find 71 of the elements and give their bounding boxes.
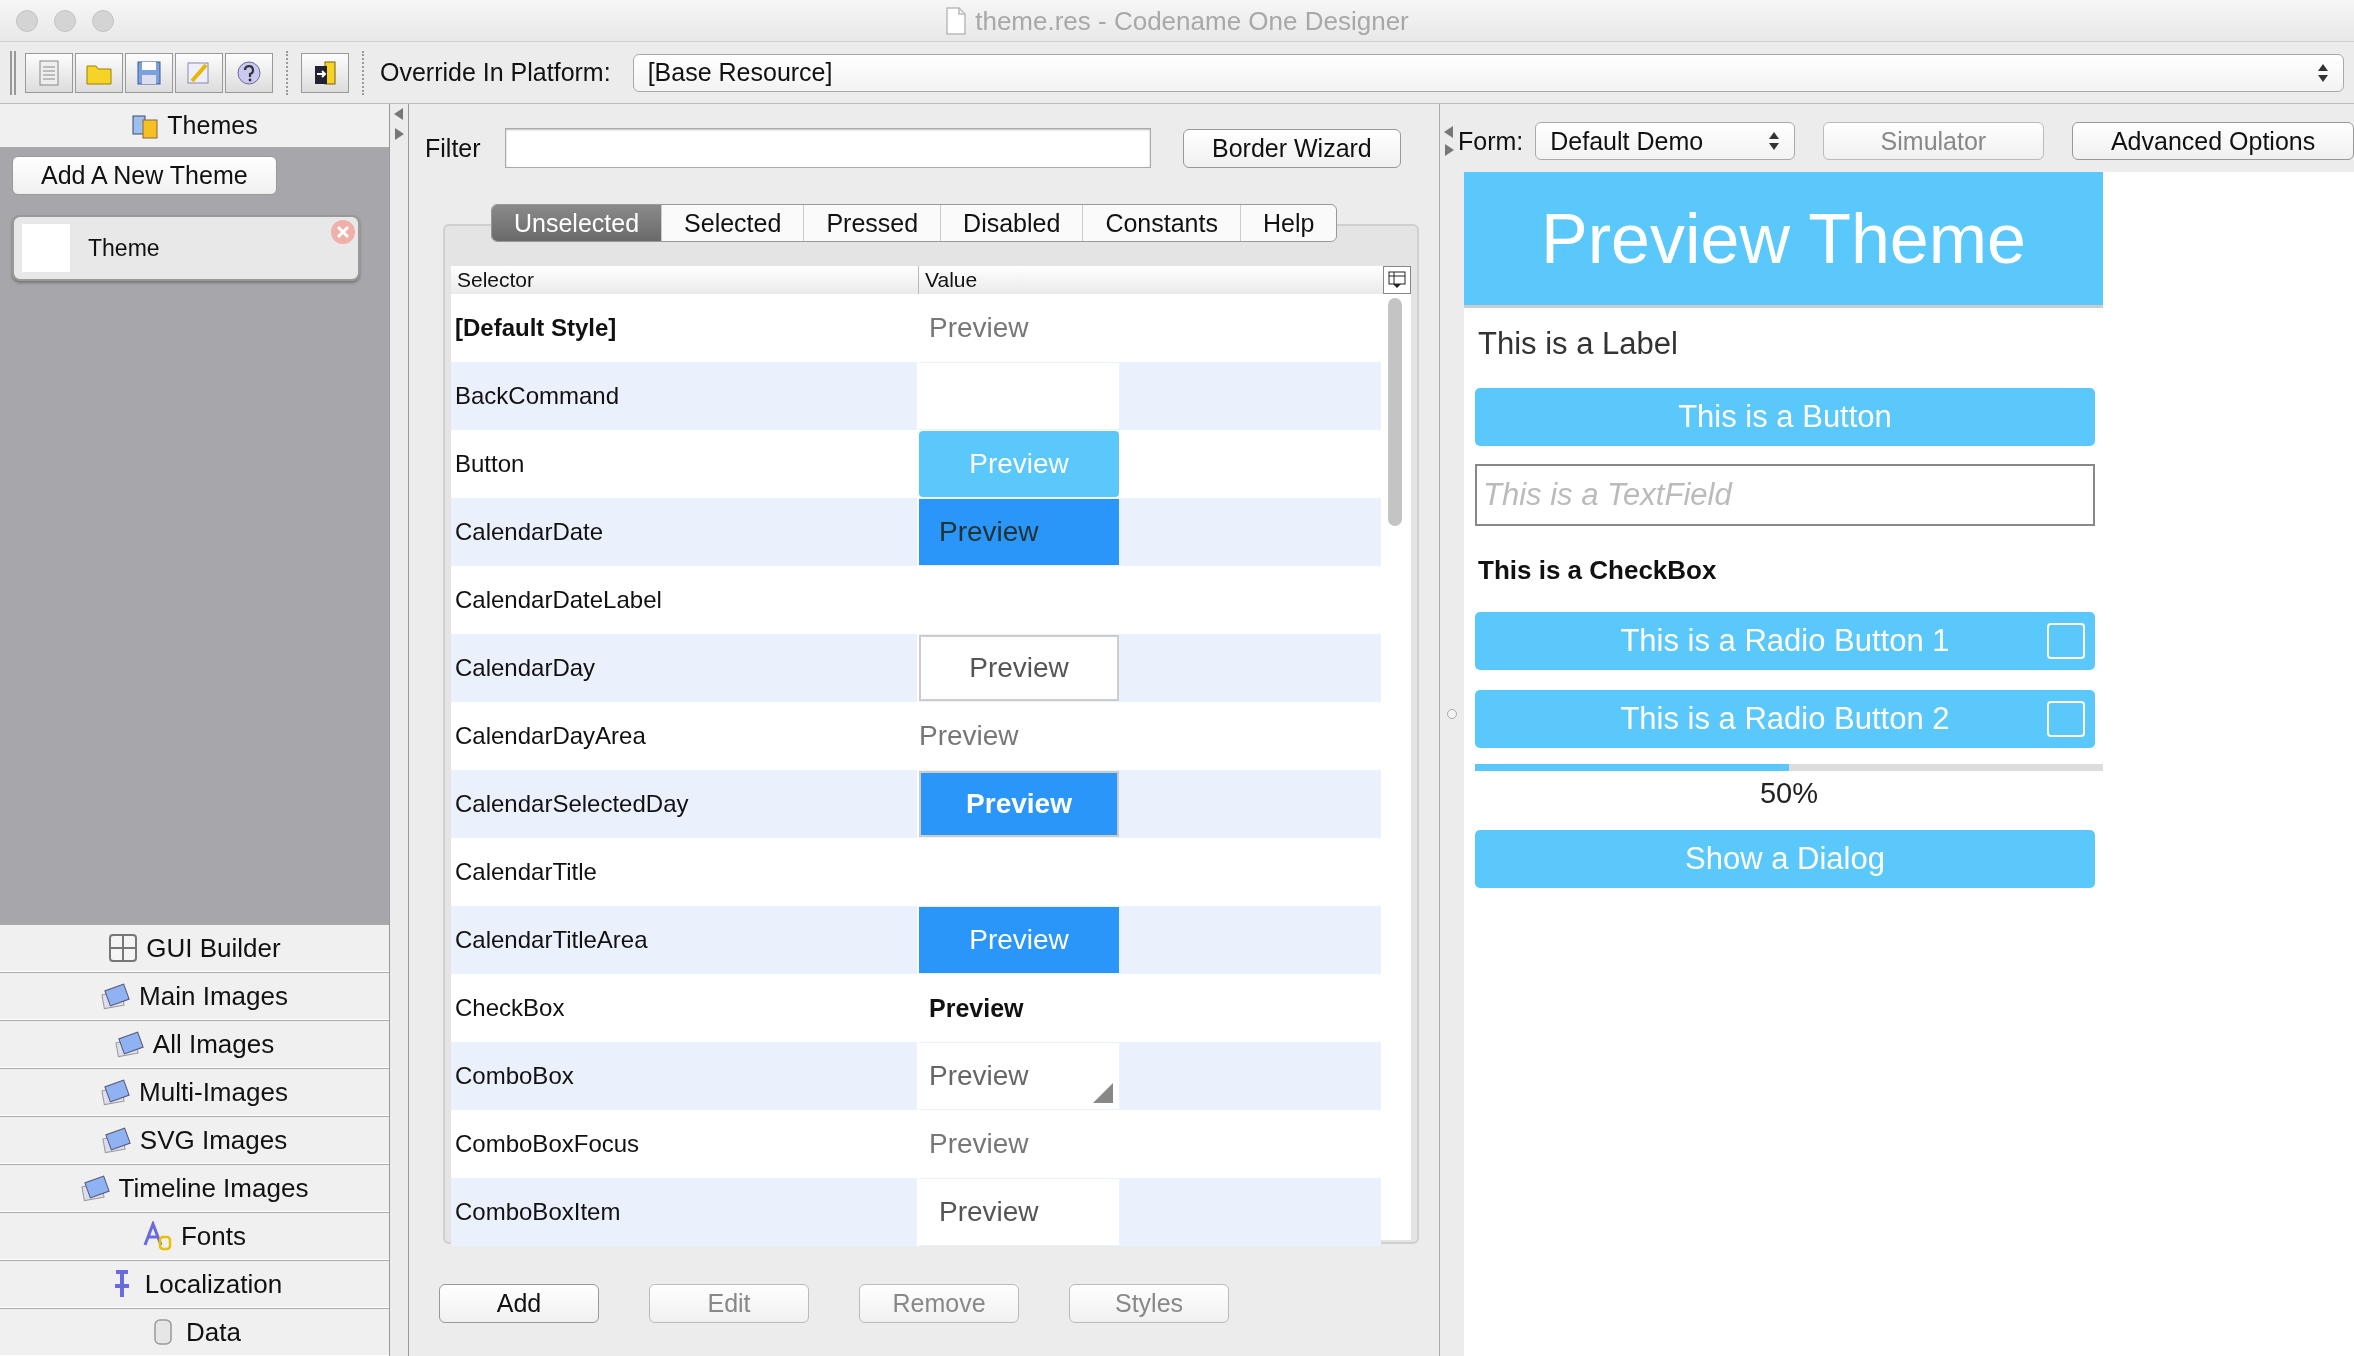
images-icon	[101, 1125, 132, 1155]
nav-item[interactable]: Fonts	[0, 1212, 389, 1260]
column-header[interactable]: Value	[919, 266, 978, 294]
progress-text: 50%	[1758, 777, 1819, 810]
nav-item[interactable]: SVG Images	[0, 1116, 389, 1164]
font-icon	[143, 1221, 173, 1251]
tab[interactable]: Constants	[1082, 205, 1240, 241]
images-icon	[114, 1029, 145, 1059]
dropdown-value: [Base Resource]	[647, 58, 833, 87]
nav-item[interactable]: Timeline Images	[0, 1164, 389, 1212]
toolbar-button[interactable]	[301, 52, 349, 93]
images-icon	[101, 981, 132, 1011]
column-menu-button[interactable]	[1383, 266, 1411, 294]
nav-item[interactable]: Multi-Images	[0, 1068, 389, 1116]
document-icon	[945, 7, 968, 35]
override-label: Override In Platform:	[380, 58, 611, 87]
table-menu-icon	[1388, 271, 1406, 289]
platform-dropdown[interactable]: [Base Resource]	[632, 53, 2344, 92]
preview-box: Preview	[919, 771, 1119, 837]
tab[interactable]: Unselected	[492, 205, 662, 241]
close-icon	[330, 219, 356, 245]
preview-box: Preview	[919, 1179, 1119, 1245]
themes-header[interactable]: Themes	[0, 104, 389, 148]
theme-name: Theme	[88, 234, 160, 262]
window-control-button[interactable]	[92, 9, 114, 32]
splitter-handle[interactable]	[1447, 709, 1457, 719]
tab[interactable]: Selected	[661, 205, 804, 241]
right-arrow-icon	[1444, 144, 1454, 156]
filter-field[interactable]	[505, 128, 1151, 168]
grid-icon	[108, 933, 139, 963]
preview-title-bar: Preview Theme	[1464, 172, 2103, 308]
tab[interactable]: Pressed	[803, 205, 941, 241]
window-control-button[interactable]	[16, 9, 38, 32]
nav-item[interactable]: Localization	[0, 1260, 389, 1308]
tab[interactable]: Disabled	[940, 205, 1083, 241]
up-down-arrows-icon	[1767, 130, 1780, 152]
toolbar-button[interactable]: Advanced Options	[2072, 122, 2354, 160]
left-arrow-icon	[394, 108, 404, 120]
window-control-button[interactable]	[54, 9, 76, 32]
preview-box: Preview	[919, 635, 1119, 701]
images-icon	[101, 1077, 132, 1107]
scrollbar-thumb[interactable]	[1388, 298, 1402, 526]
preview-text: Preview	[928, 312, 1029, 344]
left-arrow-icon	[1444, 126, 1454, 138]
nav-item[interactable]: Data	[0, 1308, 389, 1356]
window-title: theme.res - Codename One Designer	[975, 5, 1409, 37]
preview-box: Preview	[919, 907, 1119, 973]
form-dropdown[interactable]: Default Demo	[1535, 122, 1795, 160]
themes-label: Themes	[167, 111, 258, 140]
checkbox[interactable]: This is a CheckBox	[1478, 550, 1717, 590]
right-arrow-icon	[394, 128, 404, 140]
corner-triangle-icon	[1093, 1083, 1113, 1103]
preview-combo-box: Preview	[919, 1043, 1119, 1109]
action-button[interactable]: Add	[439, 1284, 599, 1323]
filter-label: Filter	[425, 133, 482, 163]
nav-item[interactable]: All Images	[0, 1020, 389, 1068]
theme-item[interactable]: Theme	[12, 215, 360, 281]
text-field[interactable]: This is a TextField	[1475, 464, 2095, 526]
column-header[interactable]: Selector	[451, 266, 919, 294]
form-label: Form:	[1458, 126, 1524, 156]
preview-text: Preview	[928, 1128, 1029, 1160]
label-text: This is a Label	[1478, 325, 1678, 363]
nav-item[interactable]: GUI Builder	[0, 924, 389, 972]
add-theme-button[interactable]: Add A New Theme	[12, 156, 277, 195]
preview-text: Preview	[928, 993, 1024, 1023]
nav-item[interactable]: Main Images	[0, 972, 389, 1020]
preview-text: Preview	[919, 720, 1019, 752]
images-icon	[80, 1173, 111, 1203]
preview-box: Preview	[919, 499, 1119, 565]
toolbar-button[interactable]	[225, 52, 273, 93]
border-wizard-button[interactable]: Border Wizard	[1183, 128, 1401, 168]
